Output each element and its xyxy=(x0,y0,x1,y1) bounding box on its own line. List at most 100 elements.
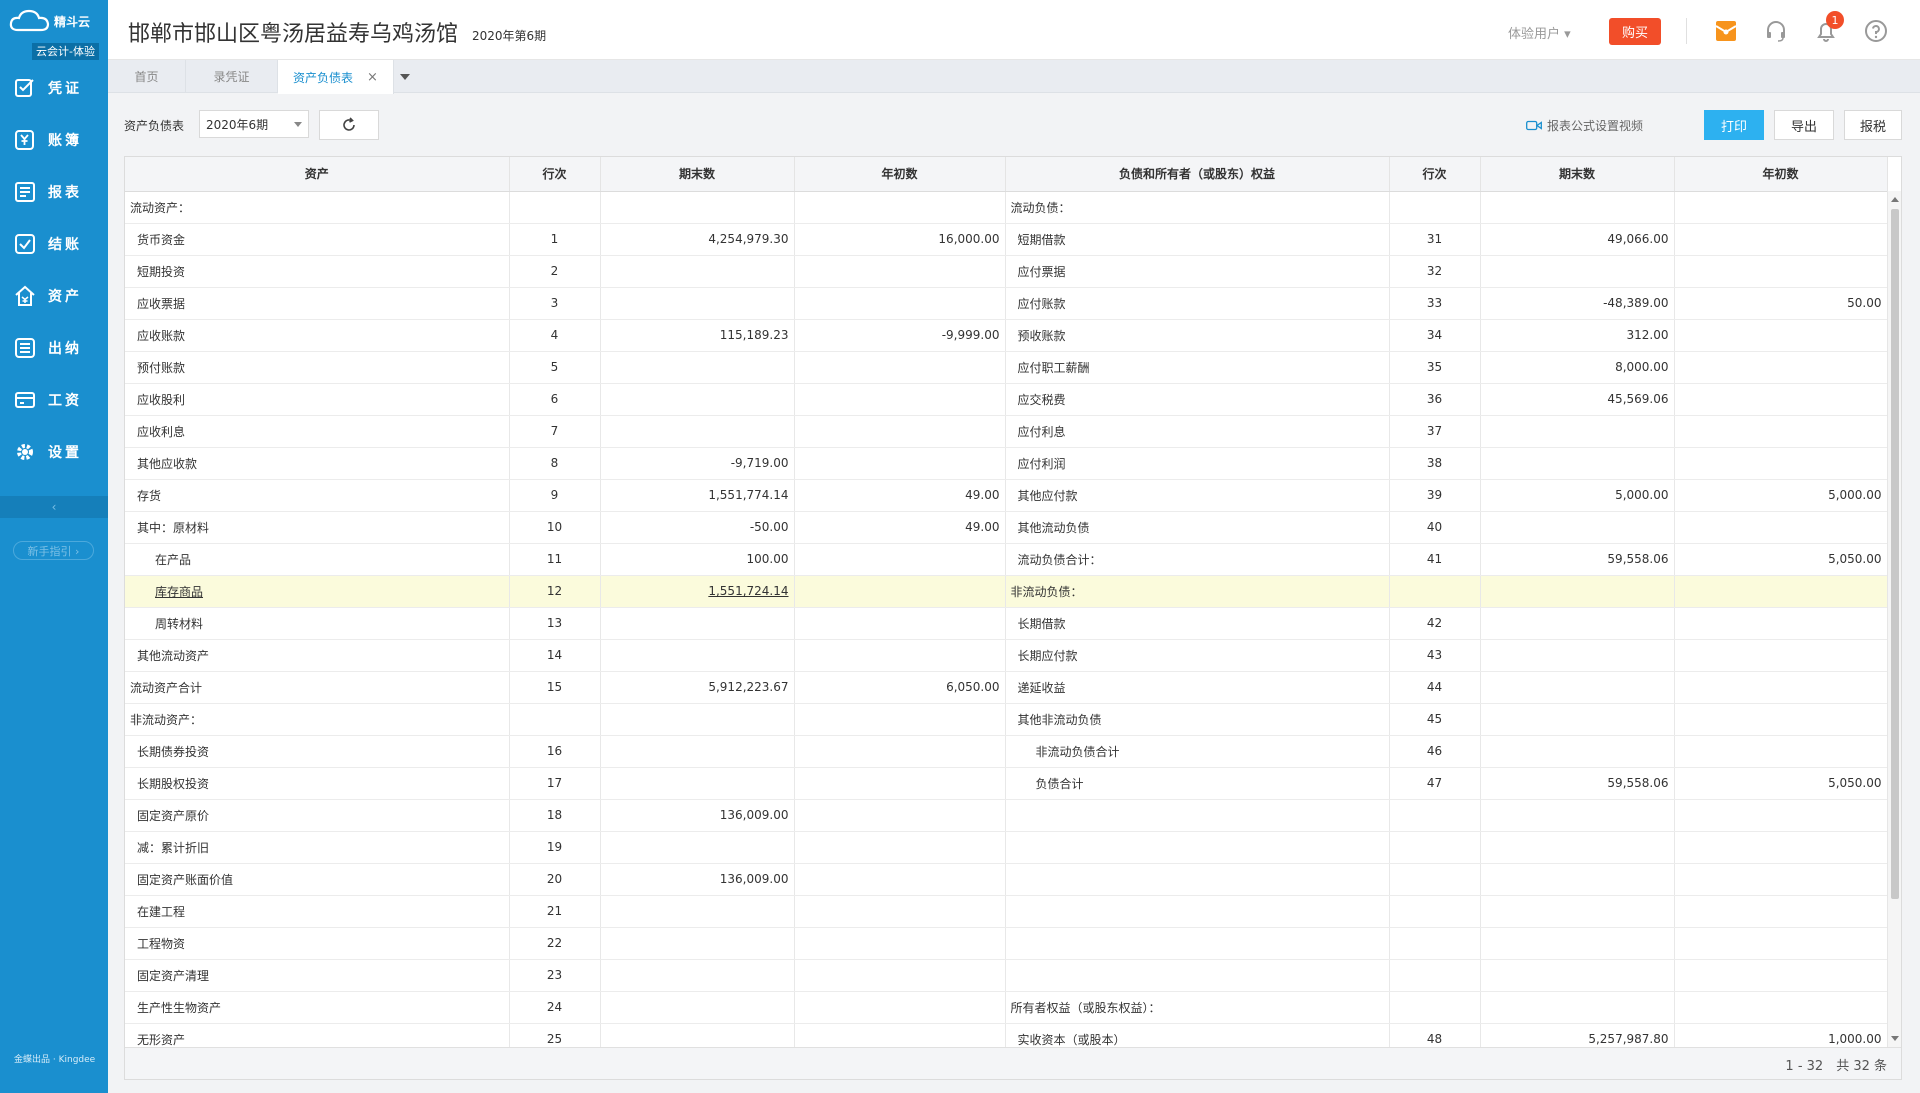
liability-line-cell[interactable] xyxy=(1389,991,1481,1024)
table-row[interactable]: 在产品 11 100.00 流动负债合计： 41 59,558.06 5,050.00 xyxy=(125,543,1888,576)
asset-beginning-cell[interactable] xyxy=(794,735,1006,768)
print-button[interactable]: 打印 xyxy=(1704,110,1764,140)
liability-line-cell[interactable] xyxy=(1389,799,1481,832)
asset-name-cell[interactable]: 其中：原材料 xyxy=(125,511,510,544)
asset-line-cell[interactable]: 15 xyxy=(509,671,601,704)
asset-name-cell[interactable]: 应收利息 xyxy=(125,415,510,448)
liability-beginning-cell[interactable] xyxy=(1674,671,1888,704)
liability-name-cell[interactable]: 长期应付款 xyxy=(1005,639,1390,672)
table-row[interactable]: 其他流动资产 14 长期应付款 43 xyxy=(125,639,1888,672)
liability-ending-cell[interactable]: 45,569.06 xyxy=(1480,383,1675,416)
liability-name-cell[interactable]: 应付职工薪酬 xyxy=(1005,351,1390,384)
headset-support-icon[interactable] xyxy=(1764,19,1788,43)
asset-ending-cell[interactable] xyxy=(600,703,795,736)
liability-ending-cell[interactable] xyxy=(1480,671,1675,704)
scroll-up-icon[interactable] xyxy=(1891,197,1899,202)
formula-video-link[interactable]: 报表公式设置视频 xyxy=(1526,117,1643,134)
liability-beginning-cell[interactable] xyxy=(1674,927,1888,960)
liability-line-cell[interactable]: 38 xyxy=(1389,447,1481,480)
asset-ending-cell[interactable] xyxy=(600,639,795,672)
liability-ending-cell[interactable] xyxy=(1480,703,1675,736)
liability-line-cell[interactable]: 47 xyxy=(1389,767,1481,800)
liability-name-cell[interactable]: 短期借款 xyxy=(1005,223,1390,256)
asset-line-cell[interactable]: 23 xyxy=(509,959,601,992)
liability-name-cell[interactable]: 其他非流动负债 xyxy=(1005,703,1390,736)
table-row[interactable]: 货币资金 1 4,254,979.30 16,000.00 短期借款 31 49,066.0… xyxy=(125,223,1888,256)
asset-name-cell[interactable]: 存货 xyxy=(125,479,510,512)
asset-ending-cell[interactable]: 136,009.00 xyxy=(600,863,795,896)
liability-beginning-cell[interactable] xyxy=(1674,415,1888,448)
liability-beginning-cell[interactable] xyxy=(1674,383,1888,416)
liability-ending-cell[interactable] xyxy=(1480,415,1675,448)
tab-home[interactable]: 首页 xyxy=(108,60,186,93)
liability-name-cell[interactable]: 非流动负债合计 xyxy=(1005,735,1390,768)
liability-line-cell[interactable]: 43 xyxy=(1389,639,1481,672)
sidebar-item-ledger[interactable]: 账簿 xyxy=(0,114,108,166)
asset-ending-cell[interactable] xyxy=(600,191,795,224)
liability-ending-cell[interactable] xyxy=(1480,959,1675,992)
asset-beginning-cell[interactable] xyxy=(794,863,1006,896)
asset-name-cell[interactable]: 工程物资 xyxy=(125,927,510,960)
liability-line-cell[interactable] xyxy=(1389,191,1481,224)
liability-beginning-cell[interactable] xyxy=(1674,191,1888,224)
table-row[interactable]: 固定资产原价 18 136,009.00 xyxy=(125,799,1888,832)
table-row[interactable]: 短期投资 2 应付票据 32 xyxy=(125,255,1888,288)
red-envelope-icon[interactable] xyxy=(1714,19,1738,43)
asset-ending-cell[interactable]: 1,551,724.14 xyxy=(600,575,795,608)
liability-line-cell[interactable]: 40 xyxy=(1389,511,1481,544)
liability-ending-cell[interactable] xyxy=(1480,575,1675,608)
asset-beginning-cell[interactable] xyxy=(794,991,1006,1024)
liability-name-cell[interactable]: 递延收益 xyxy=(1005,671,1390,704)
liability-ending-cell[interactable]: 8,000.00 xyxy=(1480,351,1675,384)
asset-line-cell[interactable] xyxy=(509,703,601,736)
liability-line-cell[interactable]: 44 xyxy=(1389,671,1481,704)
asset-name-cell[interactable]: 预付账款 xyxy=(125,351,510,384)
sidebar-item-voucher[interactable]: 凭证 xyxy=(0,62,108,114)
asset-beginning-cell[interactable] xyxy=(794,767,1006,800)
asset-name-cell[interactable]: 流动资产： xyxy=(125,191,510,224)
liability-ending-cell[interactable] xyxy=(1480,799,1675,832)
liability-name-cell[interactable] xyxy=(1005,895,1390,928)
asset-line-cell[interactable]: 9 xyxy=(509,479,601,512)
liability-ending-cell[interactable]: 59,558.06 xyxy=(1480,543,1675,576)
asset-beginning-cell[interactable] xyxy=(794,639,1006,672)
asset-ending-cell[interactable]: -9,719.00 xyxy=(600,447,795,480)
liability-name-cell[interactable]: 应交税费 xyxy=(1005,383,1390,416)
asset-ending-cell[interactable]: 1,551,774.14 xyxy=(600,479,795,512)
asset-ending-cell[interactable] xyxy=(600,895,795,928)
table-row[interactable]: 其他应收款 8 -9,719.00 应付利润 38 xyxy=(125,447,1888,480)
table-row[interactable]: 存货 9 1,551,774.14 49.00 其他应付款 39 5,000.00 5,000… xyxy=(125,479,1888,512)
asset-line-cell[interactable]: 14 xyxy=(509,639,601,672)
tax-report-button[interactable]: 报税 xyxy=(1844,110,1902,140)
asset-beginning-cell[interactable] xyxy=(794,607,1006,640)
table-row[interactable]: 应收利息 7 应付利息 37 xyxy=(125,415,1888,448)
asset-beginning-cell[interactable] xyxy=(794,575,1006,608)
asset-name-cell[interactable]: 货币资金 xyxy=(125,223,510,256)
liability-ending-cell[interactable] xyxy=(1480,447,1675,480)
asset-ending-cell[interactable] xyxy=(600,831,795,864)
asset-line-cell[interactable]: 21 xyxy=(509,895,601,928)
liability-name-cell[interactable] xyxy=(1005,959,1390,992)
asset-ending-cell[interactable] xyxy=(600,927,795,960)
asset-ending-cell[interactable] xyxy=(600,735,795,768)
asset-beginning-cell[interactable] xyxy=(794,927,1006,960)
asset-name-cell[interactable]: 减：累计折旧 xyxy=(125,831,510,864)
asset-ending-cell[interactable] xyxy=(600,607,795,640)
table-row[interactable]: 固定资产账面价值 20 136,009.00 xyxy=(125,863,1888,896)
liability-name-cell[interactable]: 负债合计 xyxy=(1005,767,1390,800)
asset-beginning-cell[interactable] xyxy=(794,895,1006,928)
liability-line-cell[interactable] xyxy=(1389,959,1481,992)
sidebar-item-settings[interactable]: 设置 xyxy=(0,426,108,478)
table-row[interactable]: 长期债券投资 16 非流动负债合计 46 xyxy=(125,735,1888,768)
asset-line-cell[interactable]: 5 xyxy=(509,351,601,384)
table-row[interactable]: 固定资产清理 23 xyxy=(125,959,1888,992)
asset-name-cell[interactable]: 应收票据 xyxy=(125,287,510,320)
liability-beginning-cell[interactable] xyxy=(1674,703,1888,736)
asset-ending-cell[interactable] xyxy=(600,255,795,288)
liability-ending-cell[interactable]: 312.00 xyxy=(1480,319,1675,352)
liability-beginning-cell[interactable]: 50.00 xyxy=(1674,287,1888,320)
asset-ending-cell[interactable]: 5,912,223.67 xyxy=(600,671,795,704)
liability-beginning-cell[interactable] xyxy=(1674,959,1888,992)
tab-voucher-entry[interactable]: 录凭证 xyxy=(186,60,278,93)
asset-line-cell[interactable]: 18 xyxy=(509,799,601,832)
